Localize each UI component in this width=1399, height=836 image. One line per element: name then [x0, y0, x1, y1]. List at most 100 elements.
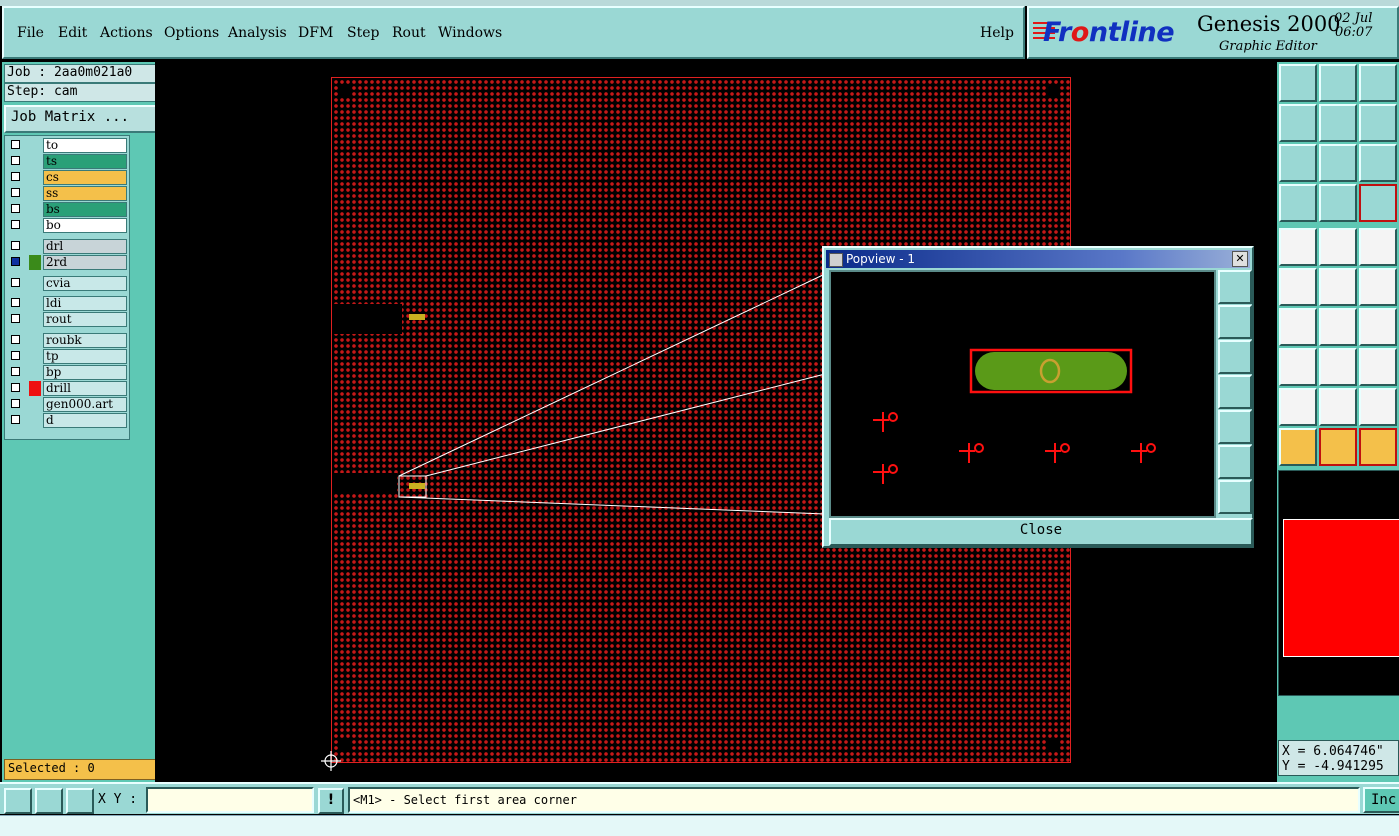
layer-checkbox[interactable]	[11, 241, 20, 250]
layer-row-drill[interactable]: drill	[9, 381, 127, 396]
layer-name[interactable]: ts	[43, 154, 127, 169]
popview-zoom-window-button[interactable]	[1218, 270, 1252, 304]
popview-pan-left-button[interactable]	[1218, 375, 1252, 409]
layer-row-2rd[interactable]: 2rd	[9, 255, 127, 270]
layer-row-bp[interactable]: bp	[9, 365, 127, 380]
layer-row-ldi[interactable]: ldi	[9, 296, 127, 311]
layer-name[interactable]: ss	[43, 186, 127, 201]
popview-zoom-out-button[interactable]	[1218, 480, 1252, 514]
menu-file[interactable]: File	[17, 25, 44, 41]
pan-right-icon[interactable]	[1319, 104, 1357, 142]
triangle-c-icon[interactable]	[1359, 388, 1397, 426]
layer-row-to[interactable]: to	[9, 138, 127, 153]
layer-checkbox[interactable]	[11, 156, 20, 165]
layer-name[interactable]: tp	[43, 349, 127, 364]
pad-add-icon[interactable]	[1279, 348, 1317, 386]
popview-viewport[interactable]	[829, 270, 1216, 518]
layer-checkbox[interactable]	[11, 220, 20, 229]
layer-name[interactable]: bs	[43, 202, 127, 217]
layer-name[interactable]: drl	[43, 239, 127, 254]
popview-pan-up-button[interactable]	[1218, 305, 1252, 339]
layer-name[interactable]: 2rd	[43, 255, 127, 270]
layer-name[interactable]: cvia	[43, 276, 127, 291]
connect-nodes-icon[interactable]	[1279, 268, 1317, 306]
popview-zoom-in-button[interactable]	[1218, 445, 1252, 479]
layer-name[interactable]: bp	[43, 365, 127, 380]
zoom-center-icon[interactable]	[1319, 144, 1357, 182]
layer-row-roubk[interactable]: roubk	[9, 333, 127, 348]
zoom-ratio-icon[interactable]	[1359, 144, 1397, 182]
probe-icon[interactable]	[1319, 184, 1357, 222]
incremental-button[interactable]: Inc	[1363, 787, 1399, 813]
menu-options[interactable]: Options	[164, 25, 219, 41]
layer-checkbox[interactable]	[11, 335, 20, 344]
layer-checkbox[interactable]	[11, 257, 20, 266]
draw-line-icon[interactable]	[1319, 228, 1357, 266]
menu-windows[interactable]: Windows	[438, 25, 502, 41]
layer-row-bs[interactable]: bs	[9, 202, 127, 217]
layer-name[interactable]: rout	[43, 312, 127, 327]
select-feature-icon[interactable]	[1279, 228, 1317, 266]
pointer-select-icon[interactable]	[1319, 428, 1357, 466]
delete-node-icon[interactable]	[1319, 268, 1357, 306]
ruler-icon[interactable]	[1359, 228, 1397, 266]
layer-name[interactable]: bo	[43, 218, 127, 233]
layer-checkbox[interactable]	[11, 383, 20, 392]
window-menu-icon[interactable]	[829, 253, 843, 267]
measure-icon[interactable]	[35, 788, 63, 814]
layer-down-icon[interactable]	[1319, 64, 1357, 102]
xy-input[interactable]	[146, 787, 314, 813]
trim-icon[interactable]	[1319, 348, 1357, 386]
slope-icon[interactable]	[1319, 308, 1357, 346]
overview-panel[interactable]	[1278, 470, 1399, 696]
popview-window[interactable]: Popview - 1 ✕ Close	[822, 246, 1254, 548]
layer-name[interactable]: d	[43, 413, 127, 428]
layer-row-tp[interactable]: tp	[9, 349, 127, 364]
move-node-icon[interactable]	[1359, 268, 1397, 306]
menu-edit[interactable]: Edit	[58, 25, 87, 41]
layer-name[interactable]: ldi	[43, 296, 127, 311]
menu-rout[interactable]: Rout	[392, 25, 426, 41]
layer-checkbox[interactable]	[11, 140, 20, 149]
layer-name[interactable]: cs	[43, 170, 127, 185]
menu-help[interactable]: Help	[980, 25, 1014, 41]
snap-icon[interactable]	[1359, 184, 1397, 222]
pointer-icon[interactable]	[1279, 428, 1317, 466]
layer-up-icon[interactable]	[1279, 64, 1317, 102]
layer-name[interactable]: gen000.art	[43, 397, 127, 412]
layer-row-gen000-art[interactable]: gen000.art	[9, 397, 127, 412]
popview-pan-right-button[interactable]	[1218, 410, 1252, 444]
menu-step[interactable]: Step	[347, 25, 379, 41]
exclamation-icon[interactable]: !	[318, 788, 344, 814]
layer-name[interactable]: drill	[43, 381, 127, 396]
undo-view-icon[interactable]	[1359, 104, 1397, 142]
job-matrix-button[interactable]: Job Matrix ...	[4, 105, 162, 133]
resize-icon[interactable]	[1359, 348, 1397, 386]
layer-checkbox[interactable]	[11, 415, 20, 424]
layer-checkbox[interactable]	[11, 399, 20, 408]
fit-screen-icon[interactable]	[1279, 144, 1317, 182]
wrench-icon[interactable]	[1279, 184, 1317, 222]
layer-row-cs[interactable]: cs	[9, 170, 127, 185]
layer-checkbox[interactable]	[11, 314, 20, 323]
layer-row-ss[interactable]: ss	[9, 186, 127, 201]
home-icon[interactable]	[1359, 64, 1397, 102]
popview-close-icon[interactable]: ✕	[1232, 251, 1248, 267]
zoom-box-icon[interactable]	[4, 788, 32, 814]
layer-name[interactable]: roubk	[43, 333, 127, 348]
layer-row-drl[interactable]: drl	[9, 239, 127, 254]
layer-checkbox[interactable]	[11, 172, 20, 181]
layer-checkbox[interactable]	[11, 298, 20, 307]
angle-icon[interactable]	[1279, 308, 1317, 346]
menu-analysis[interactable]: Analysis	[228, 25, 287, 41]
menu-actions[interactable]: Actions	[100, 25, 153, 41]
layer-checkbox[interactable]	[11, 188, 20, 197]
triangle-a-icon[interactable]	[1279, 388, 1317, 426]
rotate-icon[interactable]	[1359, 308, 1397, 346]
layer-checkbox[interactable]	[11, 278, 20, 287]
pointer-area-icon[interactable]	[1359, 428, 1397, 466]
layer-row-rout[interactable]: rout	[9, 312, 127, 327]
pan-left-icon[interactable]	[1279, 104, 1317, 142]
triangle-b-icon[interactable]	[1319, 388, 1357, 426]
layer-checkbox[interactable]	[11, 204, 20, 213]
